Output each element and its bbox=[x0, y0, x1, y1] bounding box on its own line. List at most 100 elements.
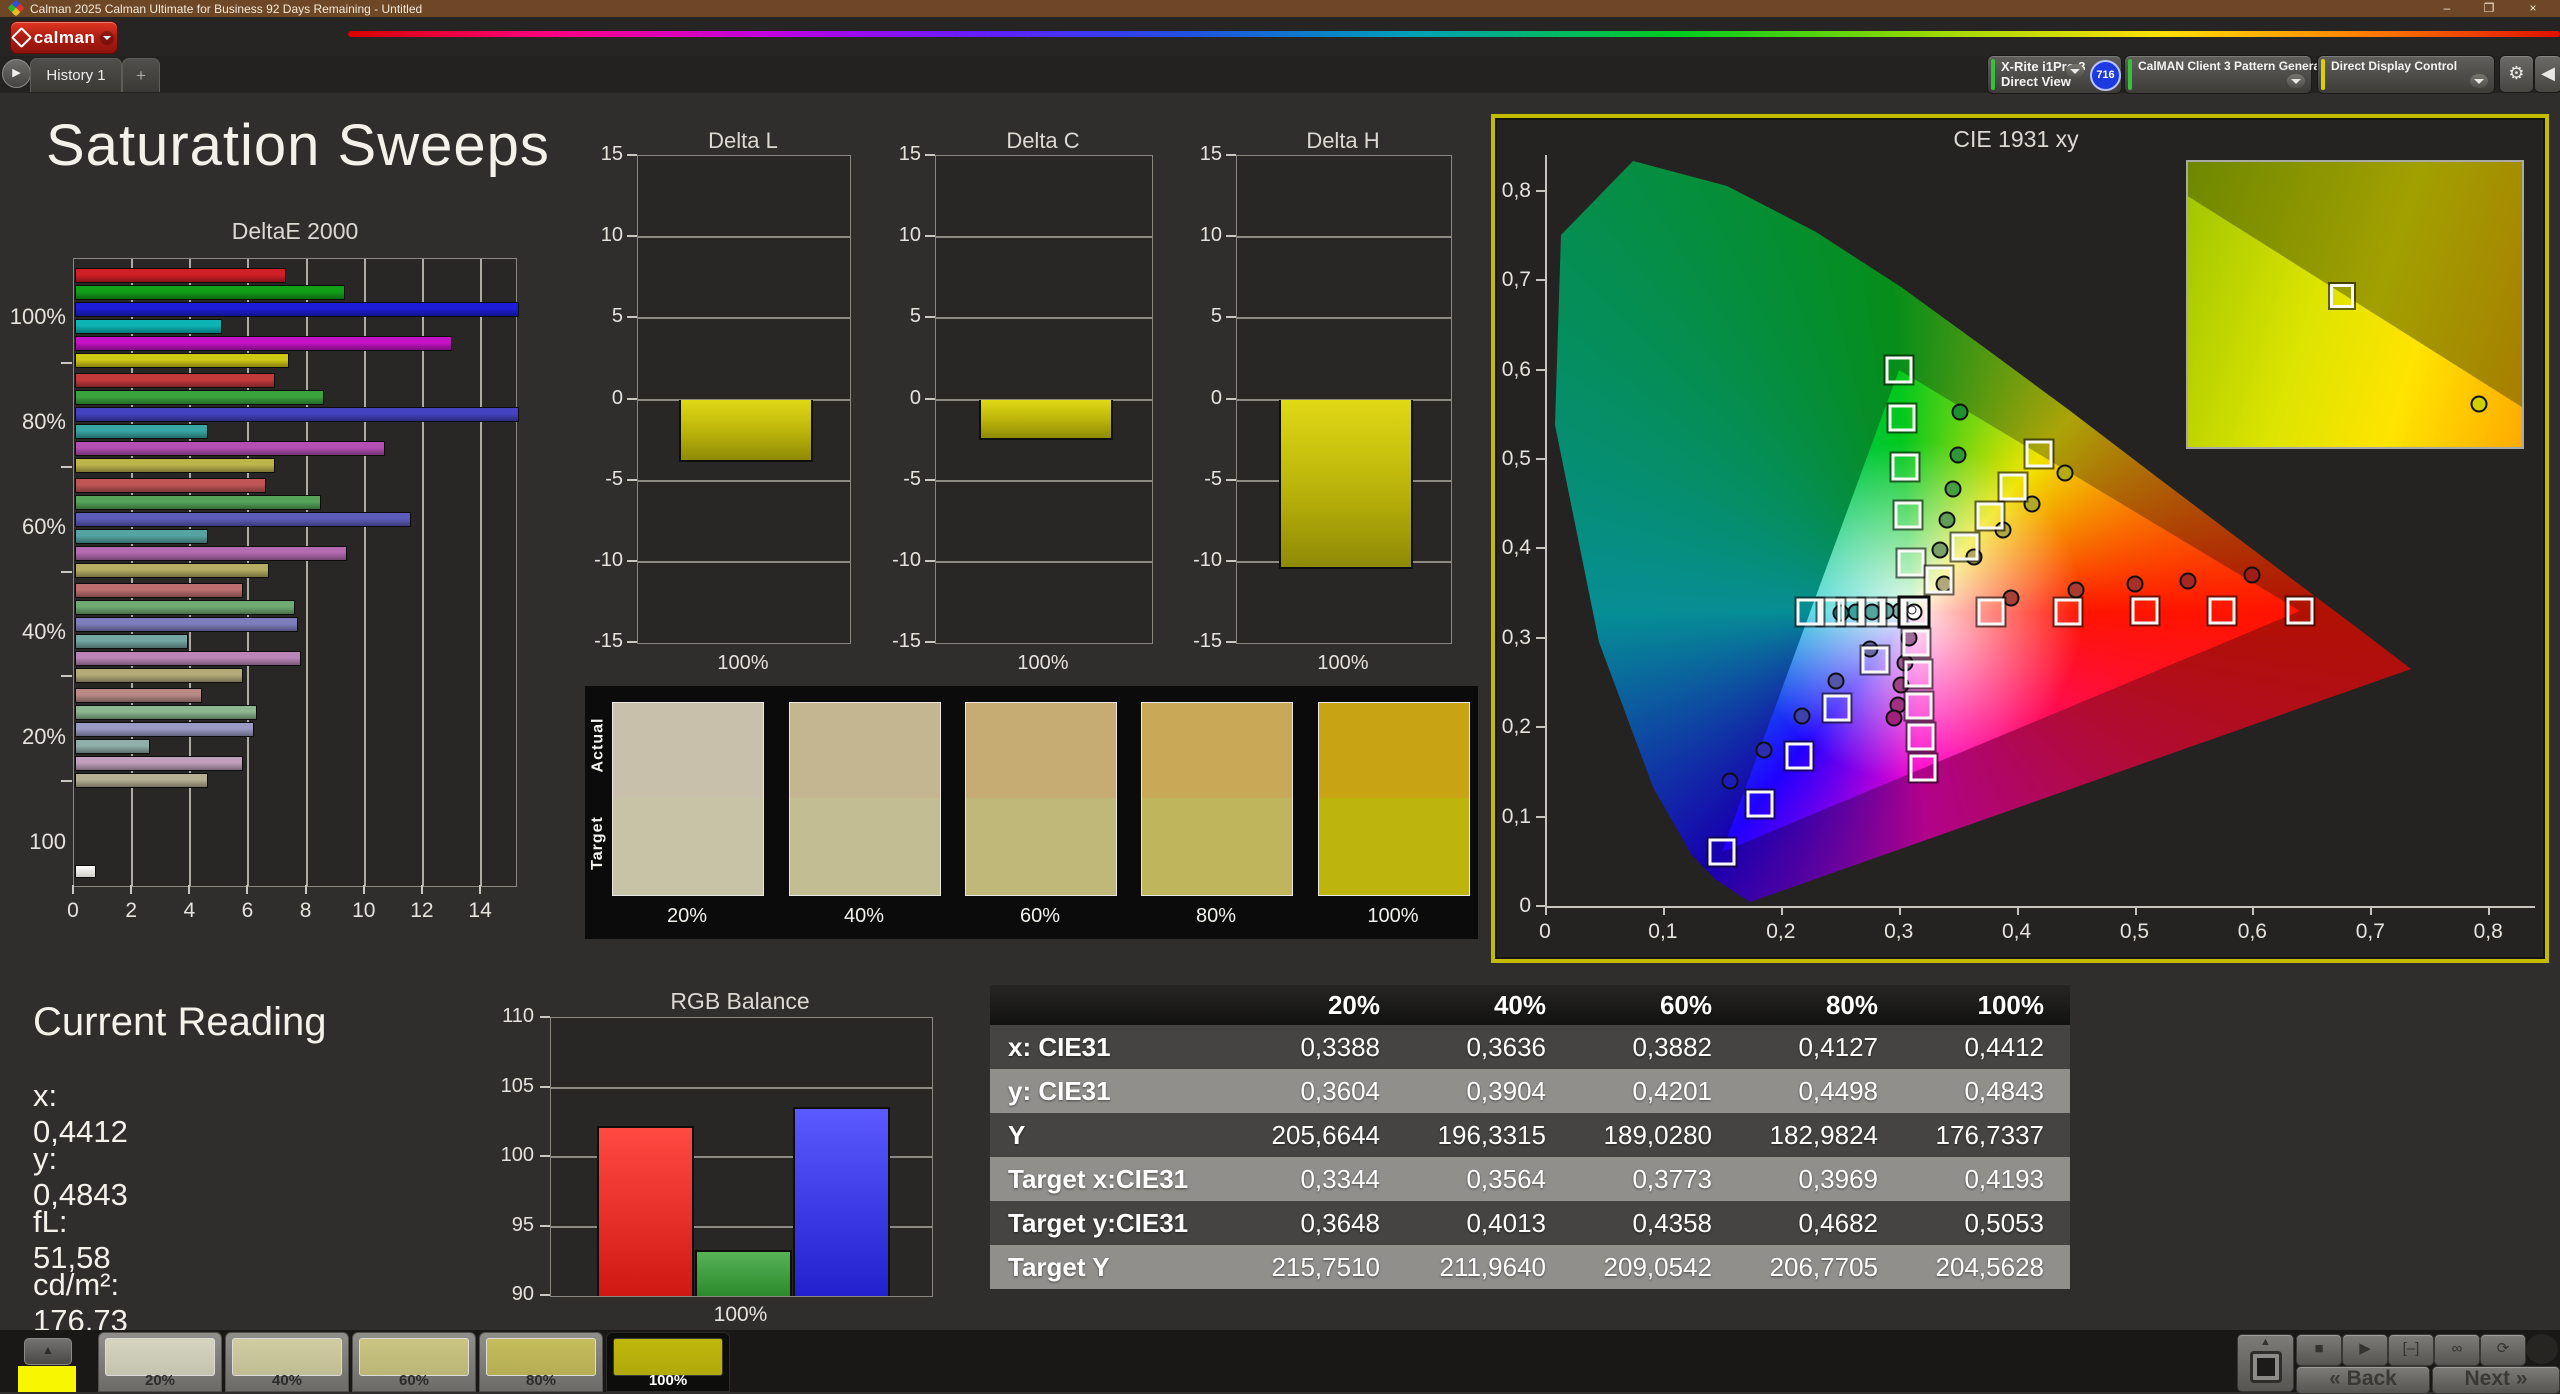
display-control-selector[interactable]: Direct Display Control bbox=[2317, 55, 2495, 94]
y-tick-label: -10 bbox=[594, 548, 623, 571]
reading-line: fL: 51,58 bbox=[33, 1204, 111, 1275]
measured-point bbox=[2179, 572, 2197, 590]
transport-play-button[interactable]: ▶ bbox=[2342, 1334, 2388, 1366]
collapse-panel-button[interactable]: ◀ bbox=[2534, 55, 2560, 93]
display-status-bar bbox=[2321, 59, 2325, 90]
gridline bbox=[638, 560, 850, 563]
pattern-generator-selector[interactable]: CalMAN Client 3 Pattern Generator bbox=[2124, 55, 2336, 94]
transport-refresh-button[interactable]: ⟳ bbox=[2480, 1334, 2526, 1366]
x-axis bbox=[1545, 906, 2535, 908]
y-tick-label: 5 bbox=[909, 305, 921, 328]
window-titlebar: Calman 2025 Calman Ultimate for Business… bbox=[0, 0, 2560, 17]
tab-history-1[interactable]: History 1 bbox=[30, 58, 122, 92]
target-point bbox=[2131, 597, 2159, 625]
y-tick-label: 10 bbox=[898, 224, 921, 247]
target-point bbox=[1885, 356, 1913, 384]
disabled-transport-button bbox=[2526, 1334, 2558, 1364]
swatch-label: 40% bbox=[843, 905, 885, 927]
calman-menu-button[interactable]: calman bbox=[10, 21, 118, 54]
y-tick-label: -15 bbox=[594, 630, 623, 652]
bar-green bbox=[75, 705, 258, 720]
measured-point bbox=[1721, 772, 1739, 790]
y-tick bbox=[61, 466, 72, 468]
display-label: Direct Display Control bbox=[2331, 59, 2458, 73]
table-row: Target y:CIE31 0,3648 0,4013 0,4358 0,4682 0,… bbox=[990, 1201, 2070, 1245]
row-label: Target y:CIE31 bbox=[1008, 1207, 1189, 1238]
close-button[interactable]: × bbox=[2518, 0, 2548, 17]
add-tab-button[interactable]: + bbox=[122, 58, 160, 92]
pattern-swatch-20%[interactable]: 20% bbox=[98, 1332, 222, 1392]
refresh-icon: ⟳ bbox=[2496, 1340, 2510, 1357]
y-tick bbox=[1536, 726, 1545, 729]
swatch-label: 80% bbox=[525, 1372, 557, 1389]
transport-continuous-button[interactable]: ∞ bbox=[2434, 1334, 2480, 1366]
target-point bbox=[1708, 838, 1736, 866]
transport-stop-button[interactable]: ■ bbox=[2296, 1334, 2342, 1366]
x-tick bbox=[362, 885, 365, 894]
reading-line: cd/m²: 176,73 bbox=[33, 1267, 128, 1338]
pattern-swatch-40%[interactable]: 40% bbox=[225, 1332, 349, 1392]
pattern-swatch-100%[interactable]: 100% bbox=[606, 1332, 730, 1392]
pattern-level-up-button[interactable]: ▲ bbox=[24, 1338, 72, 1365]
cell-value: 0,3969 bbox=[1798, 1163, 1878, 1194]
restore-button[interactable]: ❐ bbox=[2474, 0, 2504, 17]
add-tab-icon: + bbox=[136, 65, 146, 85]
y-tick bbox=[61, 675, 72, 677]
x-tick bbox=[1898, 906, 1901, 915]
window-title: Calman 2025 Calman Ultimate for Business… bbox=[30, 2, 423, 16]
y-tick-label: -10 bbox=[1193, 548, 1222, 571]
minimize-button[interactable]: – bbox=[2432, 0, 2462, 17]
x-tick bbox=[130, 885, 133, 894]
pattern-swatch-80%[interactable]: 80% bbox=[479, 1332, 603, 1392]
meter-selector[interactable]: X-Rite i1Pro 3 Direct View 716 bbox=[1987, 55, 2122, 94]
target-point bbox=[1976, 502, 2004, 530]
cell-value: 0,4843 bbox=[1964, 1075, 2044, 1106]
gridline bbox=[551, 1086, 932, 1089]
x-tick-label: 0,3 bbox=[1884, 920, 1914, 943]
x-category-label: 100% bbox=[1317, 652, 1369, 674]
y-tick bbox=[540, 1155, 550, 1157]
x-tick-label: 0,4 bbox=[2001, 920, 2032, 943]
target-point bbox=[1900, 598, 1928, 626]
arrow-up-icon: ▲ bbox=[2260, 1336, 2271, 1348]
cie-chart-title: CIE 1931 xy bbox=[1953, 126, 2079, 152]
tab-scroll-button[interactable]: ▶ bbox=[2, 59, 31, 88]
back-button[interactable]: « Back bbox=[2296, 1366, 2430, 1394]
target-swatch-20% bbox=[612, 798, 764, 896]
x-tick-label: 0,5 bbox=[2119, 920, 2150, 943]
cell-value: 196,3315 bbox=[1437, 1119, 1546, 1150]
x-tick bbox=[246, 885, 249, 894]
y-tick-label: -5 bbox=[1204, 467, 1222, 490]
meter-dropdown-icon[interactable] bbox=[2066, 64, 2084, 78]
cell-value: 189,0280 bbox=[1603, 1119, 1712, 1150]
x-tick-label: 0,1 bbox=[1648, 920, 1678, 943]
x-tick-label: 4 bbox=[183, 899, 196, 922]
pattern-dropdown-icon[interactable] bbox=[2287, 74, 2305, 88]
cell-value: 0,3648 bbox=[1300, 1207, 1380, 1238]
pattern-swatch-60%[interactable]: 60% bbox=[352, 1332, 476, 1392]
row-label: y: CIE31 bbox=[1008, 1075, 1111, 1106]
bar-magenta bbox=[75, 651, 301, 666]
target-swatch-80% bbox=[1141, 798, 1293, 896]
y-tick bbox=[925, 154, 935, 156]
settings-button[interactable]: ⚙ bbox=[2499, 55, 2534, 93]
y-tick bbox=[925, 316, 935, 319]
transport-series-button[interactable]: [–] bbox=[2388, 1334, 2434, 1366]
y-tick bbox=[627, 154, 637, 156]
y-tick bbox=[1226, 559, 1236, 562]
bar-blue bbox=[793, 1106, 890, 1296]
stop-measure-button[interactable]: ▲ bbox=[2237, 1334, 2294, 1392]
next-button[interactable]: Next » bbox=[2432, 1366, 2560, 1394]
y-tick bbox=[627, 478, 637, 481]
swatch-label: 40% bbox=[271, 1372, 303, 1389]
display-dropdown-icon[interactable] bbox=[2470, 74, 2488, 88]
white-point-dot bbox=[1907, 605, 1917, 615]
y-tick-label: 0,1 bbox=[1501, 804, 1531, 828]
rgb-balance-chart bbox=[550, 1017, 933, 1297]
cell-value: 0,4358 bbox=[1632, 1207, 1712, 1238]
x-tick-label: 0 bbox=[1539, 920, 1551, 943]
y-tick bbox=[61, 779, 72, 782]
calman-menu-label: calman bbox=[33, 27, 96, 47]
bar-red bbox=[75, 583, 243, 598]
measured-point bbox=[1944, 480, 1962, 498]
